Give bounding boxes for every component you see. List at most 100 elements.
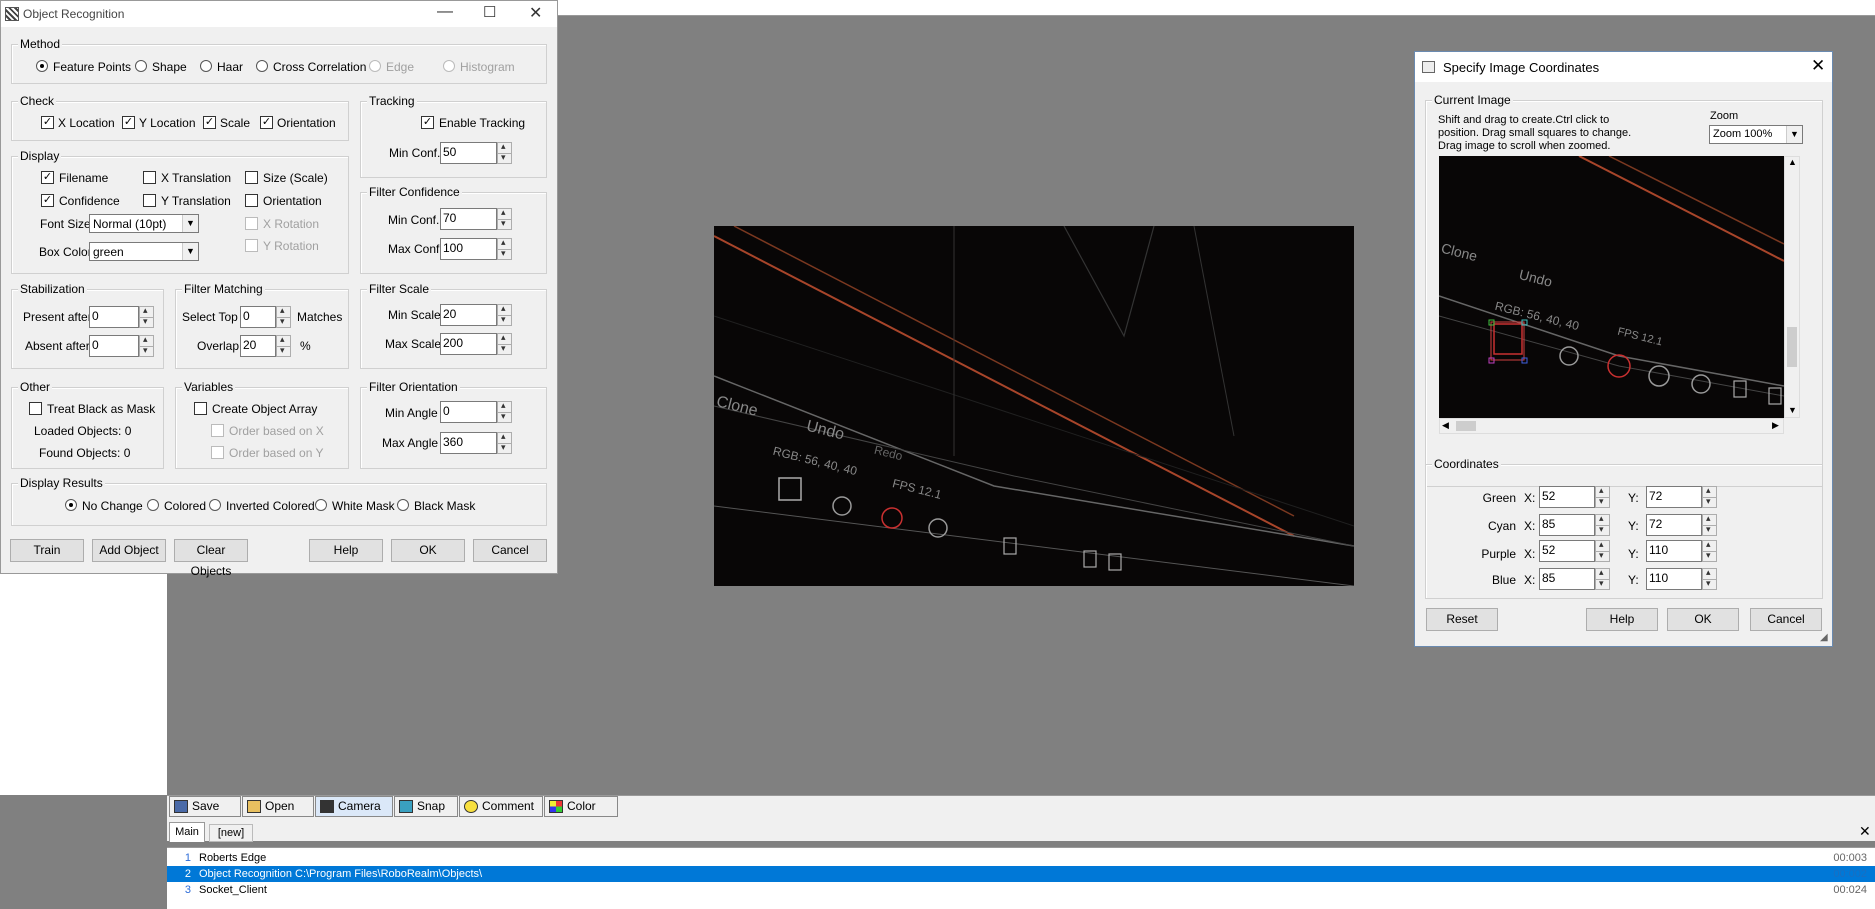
- horizontal-scrollbar[interactable]: ◀ ▶: [1439, 418, 1784, 434]
- display-x-translation-checkbox[interactable]: [143, 171, 156, 184]
- ok-button[interactable]: OK: [391, 539, 465, 562]
- comment-button[interactable]: Comment: [459, 796, 543, 817]
- open-button[interactable]: Open: [242, 796, 314, 817]
- display-filename-checkbox[interactable]: ✓: [41, 171, 54, 184]
- check-x-location[interactable]: ✓: [41, 116, 54, 129]
- zoom-select[interactable]: Zoom 100% ▼: [1709, 125, 1803, 144]
- add-object-button[interactable]: Add Object: [92, 539, 166, 562]
- cyan-y-input[interactable]: 72: [1646, 513, 1717, 536]
- save-icon: [174, 800, 188, 813]
- order-x-checkbox[interactable]: [211, 424, 224, 437]
- overlap-input[interactable]: 20: [240, 334, 291, 357]
- close-icon[interactable]: ✕: [529, 3, 542, 23]
- treat-black-label: Treat Black as Mask: [47, 402, 156, 416]
- purple-label: Purple: [1481, 547, 1516, 561]
- train-button[interactable]: Train: [10, 539, 84, 562]
- color-icon: [549, 800, 563, 813]
- instructions-line-1: Shift and drag to create.Ctrl click to: [1438, 114, 1610, 126]
- reset-button[interactable]: Reset: [1426, 608, 1498, 631]
- pipeline-row[interactable]: 1 Roberts Edge 00:003: [167, 850, 1875, 866]
- box-color-select[interactable]: green ▼: [89, 242, 199, 261]
- blue-y-input[interactable]: 110: [1646, 567, 1717, 590]
- camera-image[interactable]: Clone Undo Redo RGB: 56, 40, 40 FPS 12.1: [714, 226, 1354, 586]
- display-y-translation-checkbox[interactable]: [143, 194, 156, 207]
- max-angle-input[interactable]: 360: [440, 431, 512, 454]
- select-top-input[interactable]: 0: [240, 305, 291, 328]
- coord-app-icon: [1422, 61, 1435, 73]
- check-orientation[interactable]: ✓: [260, 116, 273, 129]
- zoomed-image-view[interactable]: Clone Undo RGB: 56, 40, 40 FPS 12.1: [1439, 156, 1784, 418]
- tab-main[interactable]: Main: [169, 822, 205, 842]
- display-confidence-checkbox[interactable]: ✓: [41, 194, 54, 207]
- max-scale-input[interactable]: 200: [440, 332, 512, 355]
- radio-feature-points[interactable]: [36, 60, 48, 72]
- radio-no-change[interactable]: [65, 499, 77, 511]
- maximize-icon[interactable]: ☐: [483, 3, 496, 21]
- save-button[interactable]: Save: [169, 796, 241, 817]
- color-button[interactable]: Color: [544, 796, 618, 817]
- absent-after-input[interactable]: 0: [89, 334, 154, 357]
- radio-shape[interactable]: [135, 60, 147, 72]
- filter-conf-min-input[interactable]: 70: [440, 207, 512, 230]
- display-orientation-label: Orientation: [263, 194, 322, 208]
- scroll-down-icon[interactable]: ▼: [1788, 405, 1797, 415]
- blue-x-input[interactable]: 85: [1539, 567, 1610, 590]
- display-results-legend: Display Results: [18, 476, 105, 490]
- snap-button[interactable]: Snap: [394, 796, 458, 817]
- horizontal-scroll-thumb[interactable]: [1456, 421, 1476, 431]
- vertical-scrollbar[interactable]: ▲ ▼: [1784, 156, 1800, 418]
- display-x-rotation-checkbox[interactable]: [245, 217, 258, 230]
- min-scale-input[interactable]: 20: [440, 303, 512, 326]
- top-strip: [556, 0, 1875, 16]
- display-orientation-checkbox[interactable]: [245, 194, 258, 207]
- purple-x-input[interactable]: 52: [1539, 539, 1610, 562]
- coord-cancel-button[interactable]: Cancel: [1750, 608, 1822, 631]
- pipeline-close-icon[interactable]: ✕: [1859, 823, 1871, 840]
- min-angle-input[interactable]: 0: [440, 400, 512, 423]
- radio-edge[interactable]: [369, 60, 381, 72]
- camera-button[interactable]: Camera: [315, 796, 393, 817]
- radio-colored[interactable]: [147, 499, 159, 511]
- radio-white-mask[interactable]: [315, 499, 327, 511]
- treat-black-checkbox[interactable]: [29, 402, 42, 415]
- scroll-right-icon[interactable]: ▶: [1772, 420, 1779, 431]
- pipeline-row[interactable]: 3 Socket_Client 00:024: [167, 882, 1875, 898]
- check-y-location[interactable]: ✓: [122, 116, 135, 129]
- coord-help-button[interactable]: Help: [1586, 608, 1658, 631]
- cyan-x-input[interactable]: 85: [1539, 513, 1610, 536]
- radio-black-mask[interactable]: [397, 499, 409, 511]
- scroll-up-icon[interactable]: ▲: [1788, 157, 1797, 167]
- filter-conf-max-input[interactable]: 100: [440, 237, 512, 260]
- help-button[interactable]: Help: [309, 539, 383, 562]
- resize-grip-icon[interactable]: ◢: [1820, 632, 1828, 643]
- enable-tracking-checkbox[interactable]: ✓: [421, 116, 434, 129]
- radio-inverted-colored[interactable]: [209, 499, 221, 511]
- radio-cross-correlation[interactable]: [256, 60, 268, 72]
- scroll-left-icon[interactable]: ◀: [1442, 420, 1449, 431]
- font-size-select[interactable]: Normal (10pt) ▼: [89, 214, 199, 233]
- display-y-rotation-checkbox[interactable]: [245, 239, 258, 252]
- radio-haar[interactable]: [200, 60, 212, 72]
- snap-icon: [399, 800, 413, 813]
- vertical-scroll-thumb[interactable]: [1787, 327, 1797, 367]
- tab-new[interactable]: [new]: [209, 824, 253, 842]
- pipeline-row-selected[interactable]: 2 Object Recognition C:\Program Files\Ro…: [167, 866, 1875, 882]
- check-scale[interactable]: ✓: [203, 116, 216, 129]
- present-after-input[interactable]: 0: [89, 305, 154, 328]
- create-array-checkbox[interactable]: [194, 402, 207, 415]
- cyan-y-label: Y:: [1628, 519, 1639, 533]
- purple-y-input[interactable]: 110: [1646, 539, 1717, 562]
- display-size-checkbox[interactable]: [245, 171, 258, 184]
- tracking-min-conf-input[interactable]: 50: [440, 141, 512, 164]
- coord-close-icon[interactable]: ✕: [1811, 56, 1825, 76]
- minimize-icon[interactable]: —: [437, 3, 453, 21]
- display-y-rotation-label: Y Rotation: [263, 239, 319, 253]
- radio-haar-label: Haar: [217, 60, 244, 74]
- coord-ok-button[interactable]: OK: [1667, 608, 1739, 631]
- clear-objects-button[interactable]: Clear Objects: [174, 539, 248, 578]
- green-x-input[interactable]: 52: [1539, 485, 1610, 508]
- green-y-input[interactable]: 72: [1646, 485, 1717, 508]
- radio-histogram[interactable]: [443, 60, 455, 72]
- cancel-button[interactable]: Cancel: [473, 539, 547, 562]
- order-y-checkbox[interactable]: [211, 446, 224, 459]
